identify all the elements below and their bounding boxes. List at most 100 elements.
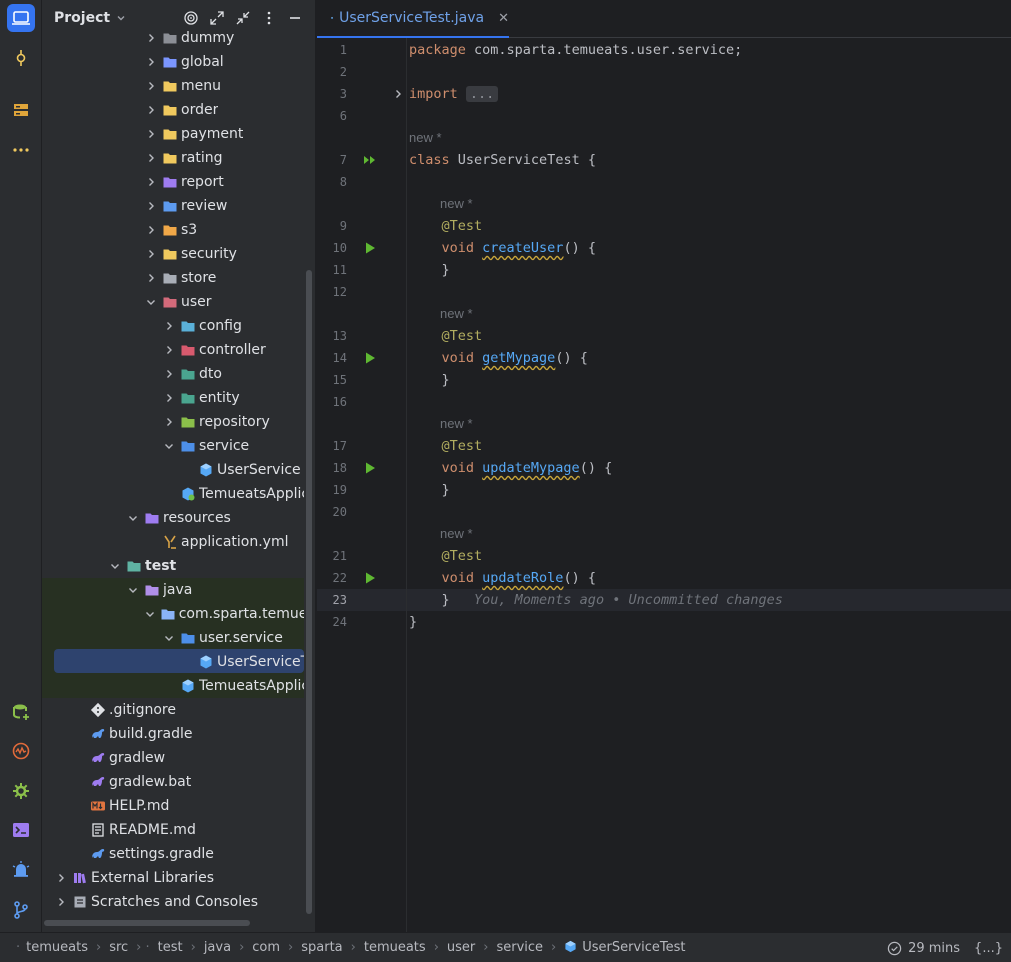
tree-item[interactable]: application.yml <box>42 530 304 554</box>
vertical-scrollbar[interactable] <box>306 270 312 914</box>
expand-all-icon[interactable] <box>208 9 226 27</box>
horizontal-scrollbar[interactable] <box>44 920 250 926</box>
tree-item[interactable]: Scratches and Consoles <box>42 890 304 914</box>
chevron-right-icon[interactable] <box>162 343 176 357</box>
hide-panel-icon[interactable] <box>286 9 304 27</box>
tree-item[interactable]: dto <box>42 362 304 386</box>
tree-item[interactable]: settings.gradle <box>42 842 304 866</box>
fold-chevron-icon[interactable] <box>393 89 403 99</box>
tree-item[interactable]: gradlew <box>42 746 304 770</box>
tree-item[interactable]: .gitignore <box>42 698 304 722</box>
tree-item[interactable]: controller <box>42 338 304 362</box>
tree-item[interactable]: TemueatsApplicationTests <box>42 674 304 698</box>
author-hint[interactable]: new * <box>440 303 473 325</box>
tree-item[interactable]: HELP.md <box>42 794 304 818</box>
project-tool-icon[interactable] <box>7 4 35 32</box>
code-line[interactable]: @Test <box>409 215 483 237</box>
chevron-down-icon[interactable] <box>144 607 156 621</box>
tab-user-service-test[interactable]: UserServiceTest.java ✕ <box>317 0 509 38</box>
tree-item[interactable]: global <box>42 50 304 74</box>
locate-file-icon[interactable] <box>182 9 200 27</box>
code-line[interactable]: void updateMypage() { <box>409 457 613 479</box>
chevron-down-icon[interactable] <box>126 511 140 525</box>
chevron-right-icon[interactable] <box>144 271 158 285</box>
git-branch-icon[interactable] <box>7 896 35 924</box>
code-line[interactable]: } <box>409 479 450 501</box>
code-line[interactable]: import ... <box>409 83 499 105</box>
chevron-right-icon[interactable] <box>54 895 68 909</box>
chevron-right-icon[interactable] <box>144 247 158 261</box>
commit-icon[interactable] <box>7 44 35 72</box>
terminal-icon[interactable] <box>7 816 35 844</box>
chevron-right-icon[interactable] <box>144 103 158 117</box>
chevron-right-icon[interactable] <box>144 199 158 213</box>
tree-item[interactable]: dummy <box>42 26 304 50</box>
tree-item[interactable]: com.sparta.temueats <box>42 602 304 626</box>
breadcrumb-item[interactable]: UserServiceTest <box>582 940 685 955</box>
tree-item[interactable]: review <box>42 194 304 218</box>
tree-item[interactable]: menu <box>42 74 304 98</box>
breadcrumb-item[interactable]: sparta <box>301 940 342 955</box>
tree-item[interactable]: TemueatsApplication <box>42 482 304 506</box>
chevron-right-icon[interactable] <box>162 415 176 429</box>
tree-item[interactable]: security <box>42 242 304 266</box>
run-test-icon[interactable] <box>363 571 377 585</box>
chevron-right-icon[interactable] <box>162 391 176 405</box>
more-tools-icon[interactable] <box>7 136 35 164</box>
tree-item[interactable]: test <box>42 554 304 578</box>
breadcrumb-item[interactable]: src <box>109 940 128 955</box>
tree-item[interactable]: resources <box>42 506 304 530</box>
chevron-down-icon[interactable] <box>144 295 158 309</box>
code-line[interactable]: } <box>409 611 417 633</box>
code-line[interactable]: class UserServiceTest { <box>409 149 596 171</box>
tree-item[interactable]: rating <box>42 146 304 170</box>
breadcrumb-item[interactable]: temueats <box>26 940 88 955</box>
services-gear-icon[interactable] <box>7 777 35 805</box>
run-test-icon[interactable] <box>363 241 377 255</box>
breadcrumb-item[interactable]: com <box>252 940 280 955</box>
braces-indicator[interactable]: {...} <box>974 941 1003 956</box>
tree-item[interactable]: java <box>42 578 304 602</box>
breadcrumb-item[interactable]: java <box>204 940 231 955</box>
run-test-icon[interactable] <box>363 461 377 475</box>
tree-item[interactable]: UserService <box>42 458 304 482</box>
tree-item[interactable]: README.md <box>42 818 304 842</box>
chevron-right-icon[interactable] <box>162 367 176 381</box>
tree-item[interactable]: s3 <box>42 218 304 242</box>
tree-item[interactable]: user.service <box>42 626 304 650</box>
chevron-right-icon[interactable] <box>144 151 158 165</box>
tree-item[interactable]: repository <box>42 410 304 434</box>
options-kebab-icon[interactable] <box>260 9 278 27</box>
code-line[interactable]: } <box>409 259 450 281</box>
chevron-right-icon[interactable] <box>162 319 176 333</box>
chevron-right-icon[interactable] <box>144 127 158 141</box>
time-tracker[interactable]: 29 mins <box>887 941 960 956</box>
code-line[interactable]: void updateRole() { <box>409 567 596 589</box>
code-line[interactable]: package com.sparta.temueats.user.service… <box>409 39 742 61</box>
breadcrumb-item[interactable]: service <box>496 940 543 955</box>
chevron-right-icon[interactable] <box>144 79 158 93</box>
chevron-right-icon[interactable] <box>54 871 68 885</box>
database-icon[interactable] <box>7 698 35 726</box>
code-line[interactable]: void createUser() { <box>409 237 596 259</box>
tree-item[interactable]: user <box>42 290 304 314</box>
code-line[interactable]: } You, Moments ago • Uncommitted changes <box>409 589 783 611</box>
author-hint[interactable]: new * <box>440 193 473 215</box>
tree-item[interactable]: store <box>42 266 304 290</box>
breadcrumb-item[interactable]: test <box>158 940 183 955</box>
chevron-right-icon[interactable] <box>144 223 158 237</box>
run-test-icon[interactable] <box>363 351 377 365</box>
close-tab-icon[interactable]: ✕ <box>498 11 509 26</box>
chevron-down-icon[interactable] <box>108 559 122 573</box>
chevron-down-icon[interactable] <box>116 13 126 23</box>
code-line[interactable]: @Test <box>409 325 483 347</box>
chevron-right-icon[interactable] <box>144 31 158 45</box>
breadcrumb-item[interactable]: temueats <box>364 940 426 955</box>
project-panel-title[interactable]: Project <box>54 10 110 26</box>
chevron-down-icon[interactable] <box>162 439 176 453</box>
author-hint[interactable]: new * <box>440 413 473 435</box>
profiler-icon[interactable] <box>7 737 35 765</box>
tree-item[interactable]: entity <box>42 386 304 410</box>
chevron-down-icon[interactable] <box>162 631 176 645</box>
tree-item[interactable]: service <box>42 434 304 458</box>
